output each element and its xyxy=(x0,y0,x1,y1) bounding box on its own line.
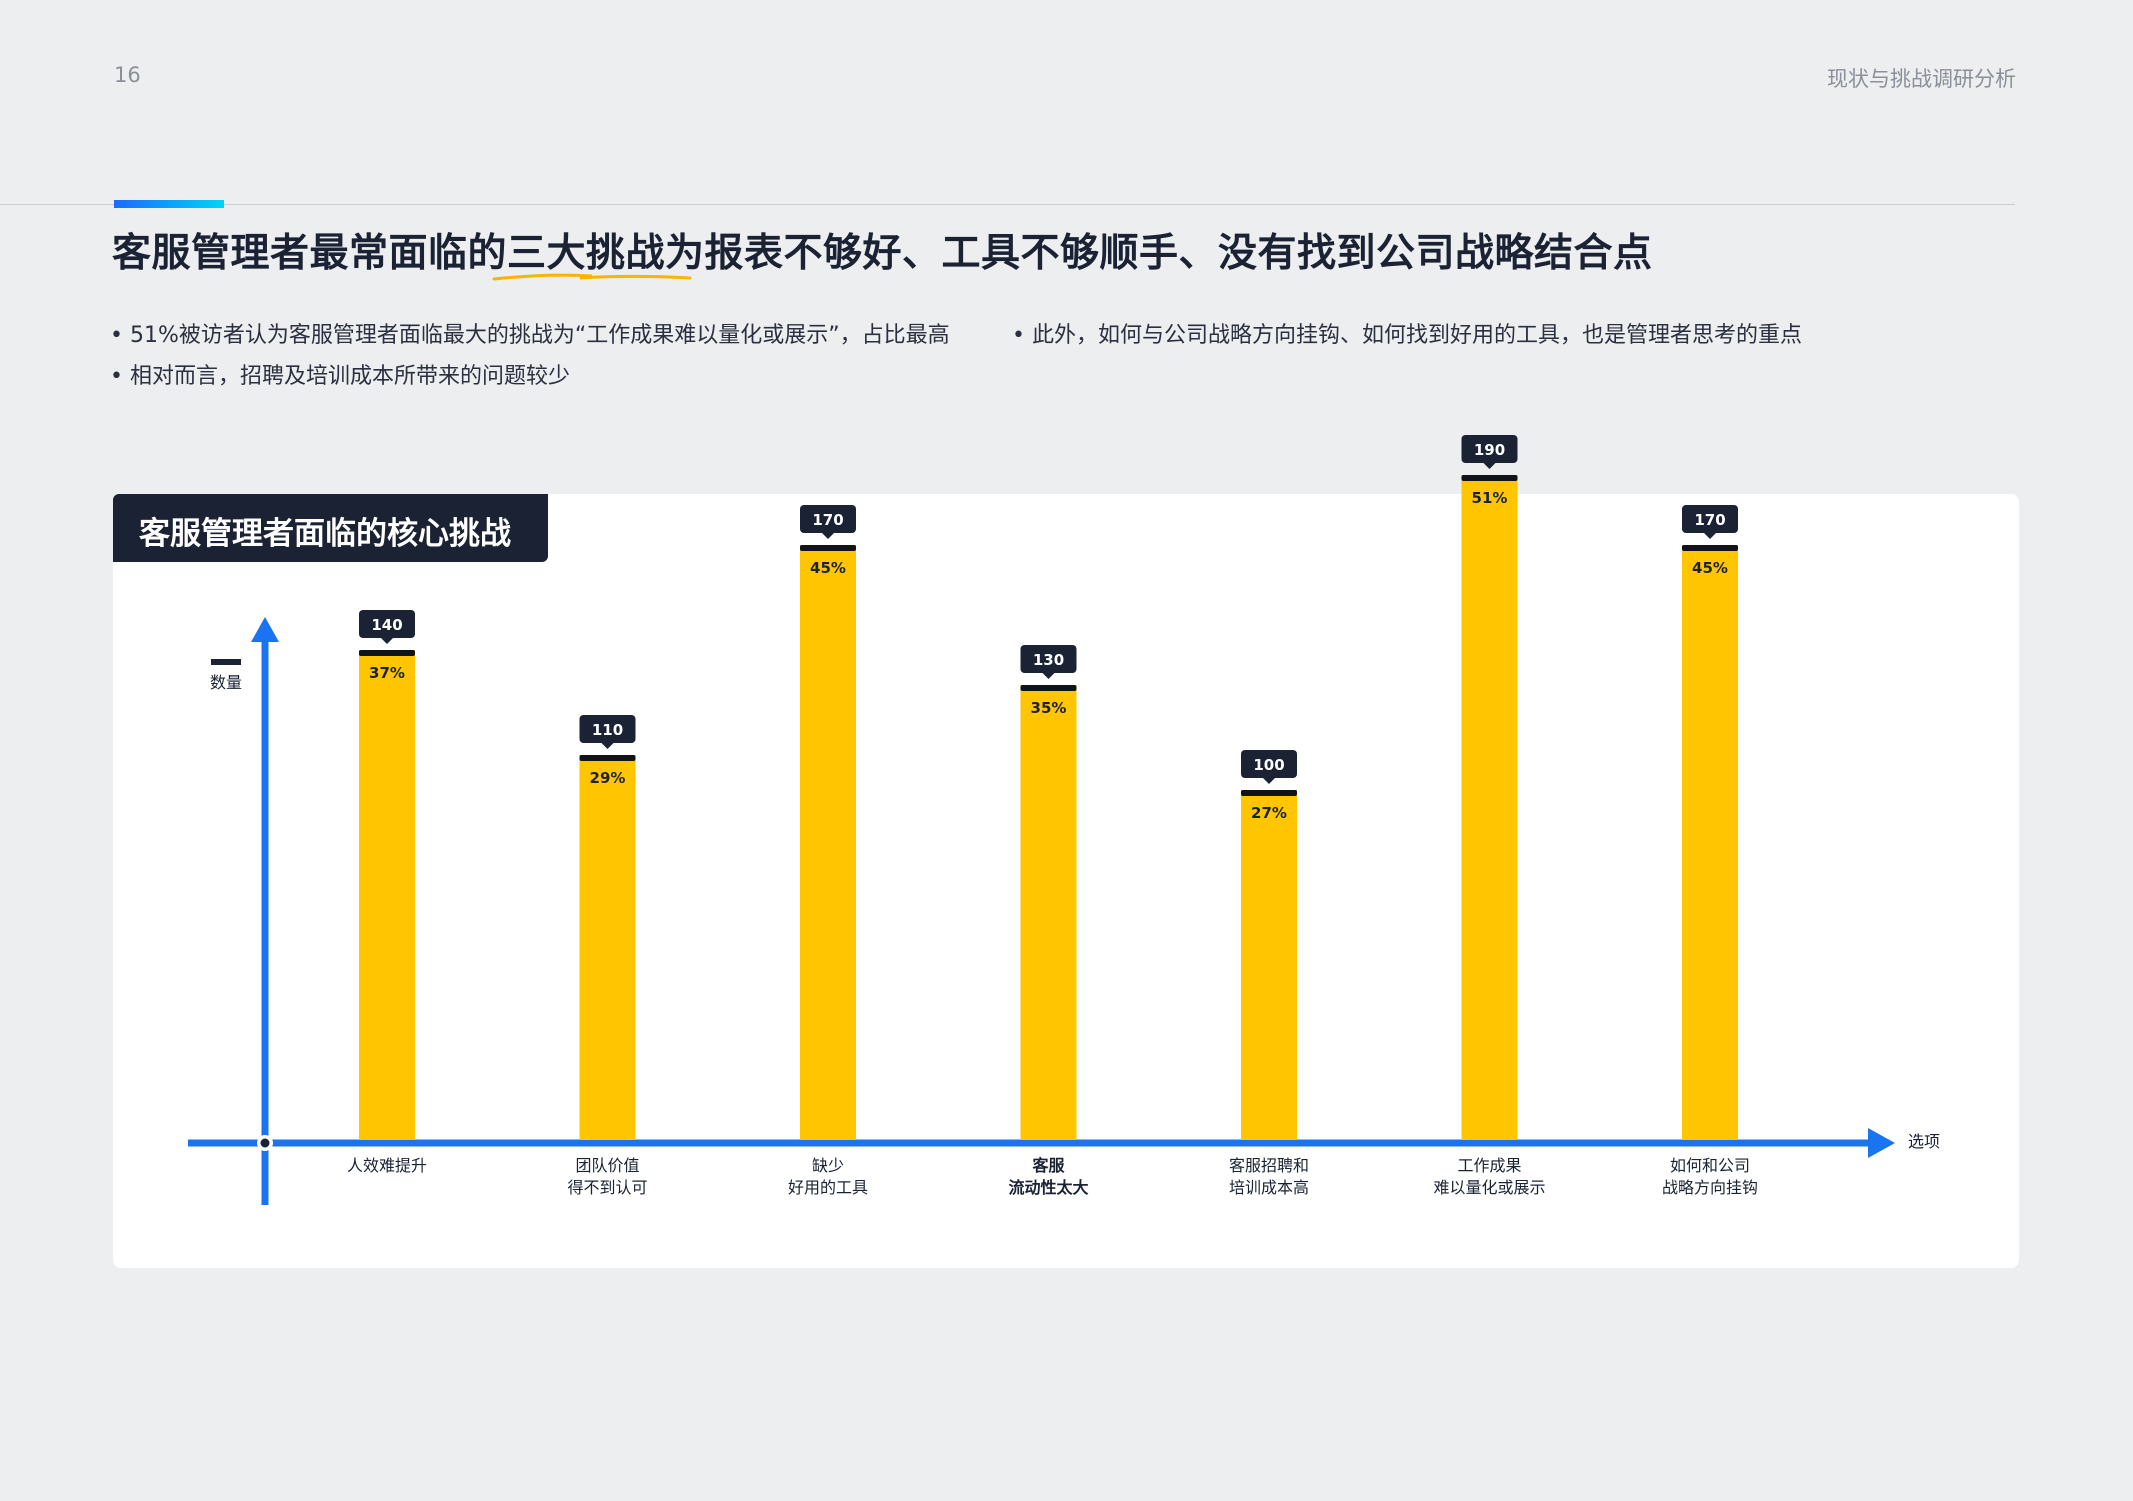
value-label: 170 xyxy=(812,511,843,529)
category-label: 难以量化或展示 xyxy=(1433,1178,1545,1197)
category-label: 培训成本高 xyxy=(1229,1178,1309,1197)
percent-label: 29% xyxy=(590,769,626,787)
value-label-pointer xyxy=(1483,463,1496,469)
value-label-pointer xyxy=(601,743,614,749)
category-label: 人效难提升 xyxy=(347,1156,427,1175)
category-label: 得不到认可 xyxy=(567,1178,647,1197)
x-axis-arrow xyxy=(1868,1128,1895,1158)
bars-group: 140 37% 人效难提升 110 29% 团队价值得不到认可 170 45% 缺少好用的工具 1… xyxy=(347,435,1758,1197)
axis-origin-dot-center xyxy=(260,1138,270,1148)
category-label: 客服 xyxy=(1032,1156,1065,1175)
value-label: 100 xyxy=(1253,756,1284,774)
value-label: 170 xyxy=(1694,511,1725,529)
value-label-pointer xyxy=(822,533,834,539)
value-label: 110 xyxy=(592,721,623,739)
category-label: 工作成果 xyxy=(1457,1156,1521,1175)
category-label: 流动性太大 xyxy=(1008,1178,1088,1197)
bar xyxy=(579,755,636,1140)
value-label: 190 xyxy=(1474,441,1505,459)
category-label: 客服招聘和 xyxy=(1229,1156,1309,1175)
value-label: 130 xyxy=(1033,651,1064,669)
percent-label: 45% xyxy=(1692,559,1728,577)
y-axis-arrow xyxy=(251,617,279,642)
category-label: 如何和公司 xyxy=(1670,1156,1750,1175)
y-axis-legend-mark xyxy=(211,659,241,665)
category-label: 好用的工具 xyxy=(788,1178,868,1197)
bar xyxy=(1461,475,1518,1140)
bar xyxy=(1020,685,1077,1140)
percent-label: 51% xyxy=(1472,489,1508,507)
value-label-pointer xyxy=(1704,533,1716,539)
bar-cap xyxy=(359,650,415,656)
bar-cap xyxy=(1241,790,1297,796)
value-label: 140 xyxy=(371,616,402,634)
category-label: 战略方向挂钩 xyxy=(1662,1178,1758,1197)
percent-label: 37% xyxy=(369,664,405,682)
bar xyxy=(359,650,415,1140)
bar-chart: 数量 选项 140 37% 人效难提升 110 29% 团队价值得不到认可 170 45% 缺少… xyxy=(188,435,1940,1205)
value-label-pointer xyxy=(1042,673,1055,679)
value-label-pointer xyxy=(1263,778,1275,784)
bar-cap xyxy=(1020,685,1077,691)
bar-cap xyxy=(1461,475,1518,481)
category-label: 团队价值 xyxy=(575,1156,639,1175)
bar xyxy=(1682,545,1738,1140)
percent-label: 27% xyxy=(1251,804,1287,822)
bar-cap xyxy=(579,755,636,761)
value-label-pointer xyxy=(381,638,393,644)
y-axis-label: 数量 xyxy=(210,673,242,692)
category-label: 缺少 xyxy=(812,1156,844,1175)
bar-cap xyxy=(1682,545,1738,551)
percent-label: 45% xyxy=(810,559,846,577)
bar xyxy=(800,545,856,1140)
x-axis-label: 选项 xyxy=(1908,1132,1940,1151)
percent-label: 35% xyxy=(1031,699,1067,717)
bar xyxy=(1241,790,1297,1140)
bar-cap xyxy=(800,545,856,551)
